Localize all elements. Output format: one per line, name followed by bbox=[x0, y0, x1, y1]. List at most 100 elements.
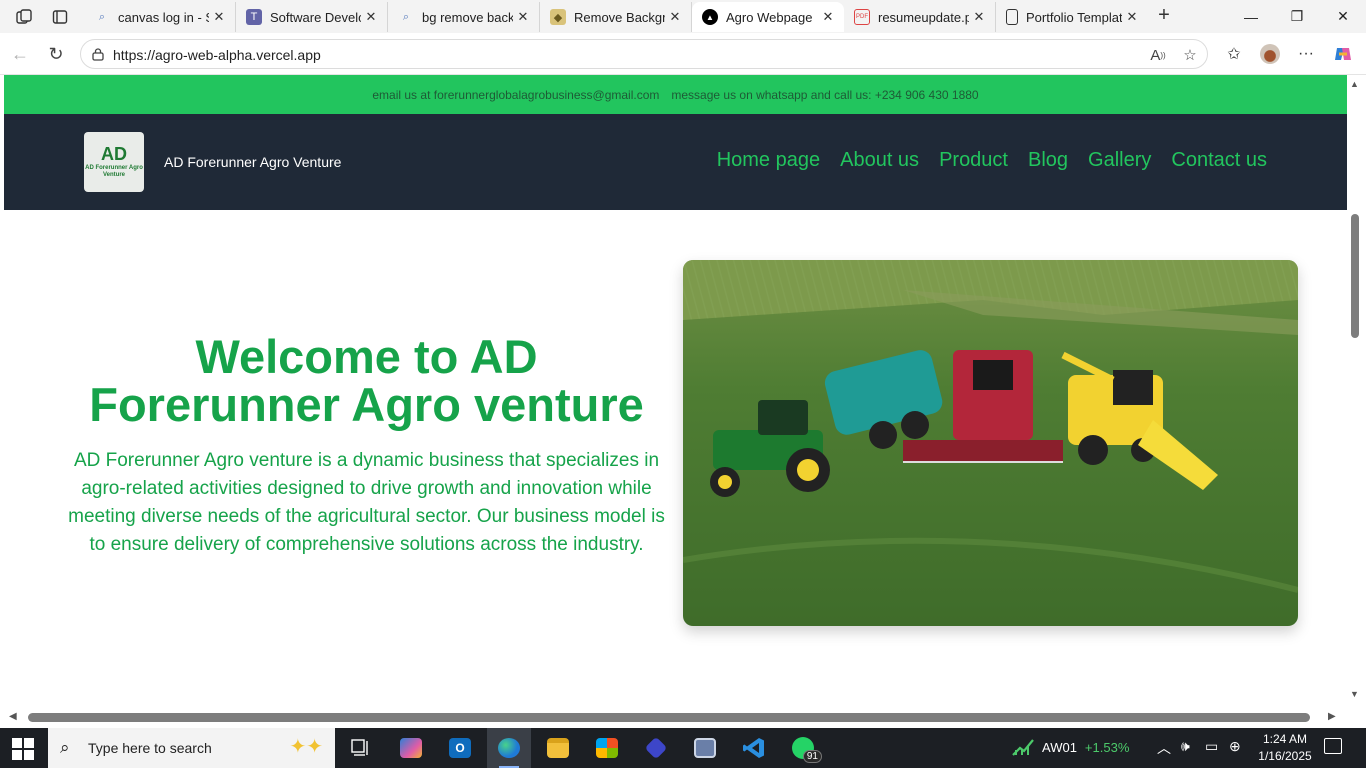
tab-label: Portfolio Templat bbox=[1026, 9, 1122, 25]
tab-label: resumeupdate.p bbox=[878, 9, 969, 25]
url-text: https://agro-web-alpha.vercel.app bbox=[113, 47, 321, 63]
close-icon[interactable]: ✕ bbox=[818, 9, 838, 25]
clock-time: 1:24 AM bbox=[1262, 732, 1308, 746]
minimize-button[interactable]: — bbox=[1228, 0, 1274, 33]
remote-desktop-icon[interactable] bbox=[683, 728, 727, 768]
language-globe-icon[interactable]: ⊕ bbox=[1229, 738, 1241, 755]
browser-tab[interactable]: Portfolio Templat ✕ bbox=[996, 2, 1148, 32]
search-icon: ⌕ bbox=[98, 10, 106, 23]
restore-button[interactable]: ❐ bbox=[1274, 0, 1320, 33]
tab-actions-icon[interactable] bbox=[49, 6, 71, 28]
horizontal-scroll-thumb[interactable] bbox=[28, 713, 1310, 722]
tab-label: canvas log in - Se bbox=[118, 9, 209, 25]
taskbar-search-box[interactable]: ⌕ Type here to search ✦✦ bbox=[48, 728, 335, 768]
scroll-down-icon[interactable]: ▼ bbox=[1350, 689, 1359, 699]
refresh-button[interactable]: ↻ bbox=[44, 42, 68, 66]
battery-icon[interactable]: ▭ bbox=[1205, 738, 1218, 755]
lock-icon[interactable] bbox=[91, 47, 105, 61]
nav-product[interactable]: Product bbox=[939, 149, 1008, 172]
whatsapp-badge: 91 bbox=[802, 750, 822, 763]
nav-about[interactable]: About us bbox=[840, 149, 919, 172]
nav-contact[interactable]: Contact us bbox=[1171, 149, 1267, 172]
tab-label: Software Develop bbox=[270, 9, 361, 25]
brand-name[interactable]: AD Forerunner Agro Venture bbox=[164, 154, 341, 170]
scroll-up-icon[interactable]: ▲ bbox=[1350, 79, 1359, 89]
nav-blog[interactable]: Blog bbox=[1028, 149, 1068, 172]
site-header: AD AD Forerunner Agro Venture AD Forerun… bbox=[4, 114, 1347, 210]
nav-gallery[interactable]: Gallery bbox=[1088, 149, 1151, 172]
search-placeholder: Type here to search bbox=[88, 740, 212, 756]
copilot-app-icon[interactable] bbox=[389, 728, 433, 768]
microsoft-store-icon[interactable] bbox=[585, 728, 629, 768]
close-icon[interactable]: ✕ bbox=[513, 9, 533, 25]
browser-tab[interactable]: ⌕ canvas log in - Se ✕ bbox=[84, 2, 236, 32]
stock-chart-icon bbox=[1012, 739, 1034, 756]
stock-symbol: AW01 bbox=[1042, 739, 1077, 755]
clipchamp-icon[interactable] bbox=[634, 728, 678, 768]
close-icon[interactable]: ✕ bbox=[969, 9, 989, 25]
horizontal-scrollbar[interactable]: ◀ ▶ bbox=[0, 709, 1347, 728]
stock-change: +1.53% bbox=[1084, 739, 1130, 755]
vertical-scroll-thumb[interactable] bbox=[1351, 214, 1359, 338]
volume-icon[interactable]: 🕪 bbox=[1181, 738, 1190, 755]
pdf-icon: PDF bbox=[854, 9, 870, 25]
hero-description: AD Forerunner Agro venture is a dynamic … bbox=[68, 450, 665, 555]
windows-start-icon[interactable] bbox=[12, 738, 34, 760]
favorites-icon[interactable]: ✩ bbox=[1222, 42, 1246, 66]
browser-tab-bar: ⌕ canvas log in - Se ✕ T Software Develo… bbox=[0, 0, 1366, 33]
task-view-icon[interactable] bbox=[339, 728, 383, 768]
tab-label: Agro Webpage bbox=[726, 9, 813, 25]
browser-tab[interactable]: PDF resumeupdate.p ✕ bbox=[844, 2, 996, 32]
close-icon[interactable]: ✕ bbox=[1122, 9, 1142, 25]
new-tab-button[interactable]: + bbox=[1152, 5, 1176, 27]
browser-tab-active[interactable]: ▲ Agro Webpage ✕ bbox=[692, 2, 844, 32]
hero-title-line-1: Welcome to AD bbox=[195, 330, 538, 383]
document-icon bbox=[1006, 9, 1018, 25]
system-clock[interactable]: 1:24 AM 1/16/2025 bbox=[1255, 731, 1315, 765]
nav-home[interactable]: Home page bbox=[717, 149, 820, 172]
browser-tab[interactable]: T Software Develop ✕ bbox=[236, 2, 388, 32]
back-button[interactable]: ← bbox=[8, 42, 32, 66]
profile-avatar[interactable] bbox=[1258, 42, 1282, 66]
copilot-icon[interactable] bbox=[1331, 42, 1355, 66]
scroll-right-icon[interactable]: ▶ bbox=[1328, 711, 1336, 722]
layers-icon: ◆ bbox=[550, 9, 566, 25]
contact-phone[interactable]: message us on whatsapp and call us: +234… bbox=[671, 88, 978, 102]
vertical-scrollbar[interactable]: ▲ ▼ bbox=[1347, 75, 1366, 709]
outlook-icon[interactable]: O bbox=[438, 728, 482, 768]
close-window-button[interactable]: ✕ bbox=[1320, 0, 1366, 33]
search-icon: ⌕ bbox=[402, 10, 410, 23]
close-icon[interactable]: ✕ bbox=[665, 9, 685, 25]
tab-label: bg remove backg bbox=[422, 9, 513, 25]
stock-widget[interactable]: AW01 +1.53% bbox=[1012, 738, 1129, 756]
edge-icon[interactable] bbox=[487, 728, 531, 768]
read-aloud-icon[interactable]: A)) bbox=[1147, 45, 1169, 65]
file-explorer-icon[interactable] bbox=[536, 728, 580, 768]
notifications-icon[interactable] bbox=[1324, 738, 1342, 754]
main-nav: Home page About us Product Blog Gallery … bbox=[717, 149, 1267, 172]
logo-text: AD Forerunner Agro Venture bbox=[85, 165, 143, 178]
browser-tab[interactable]: ◆ Remove Backgro ✕ bbox=[540, 2, 692, 32]
address-bar-row: ← ↻ https://agro-web-alpha.vercel.app A)… bbox=[0, 33, 1366, 75]
search-icon: ⌕ bbox=[60, 738, 70, 757]
site-logo[interactable]: AD AD Forerunner Agro Venture bbox=[84, 132, 144, 192]
vscode-icon[interactable] bbox=[732, 728, 776, 768]
scroll-left-icon[interactable]: ◀ bbox=[9, 711, 17, 722]
chevron-up-icon[interactable]: ︿ bbox=[1157, 738, 1171, 758]
hero-title: Welcome to AD Forerunner Agro venture bbox=[64, 333, 669, 429]
contact-strip: email us at forerunnerglobalagrobusiness… bbox=[4, 75, 1347, 114]
url-input[interactable]: https://agro-web-alpha.vercel.app A)) ☆ bbox=[80, 39, 1208, 69]
logo-mark: AD bbox=[101, 144, 127, 164]
workspaces-icon[interactable] bbox=[13, 6, 35, 28]
close-icon[interactable]: ✕ bbox=[209, 9, 229, 25]
more-menu-icon[interactable]: ··· bbox=[1294, 42, 1318, 66]
clock-date: 1/16/2025 bbox=[1258, 749, 1312, 763]
teams-icon: T bbox=[246, 9, 262, 25]
favorite-star-icon[interactable]: ☆ bbox=[1179, 45, 1201, 65]
page-viewport: email us at forerunnerglobalagrobusiness… bbox=[4, 75, 1347, 709]
browser-tab[interactable]: ⌕ bg remove backg ✕ bbox=[388, 2, 540, 32]
hero-title-line-2: Forerunner Agro venture bbox=[89, 378, 644, 431]
close-icon[interactable]: ✕ bbox=[361, 9, 381, 25]
contact-email[interactable]: email us at forerunnerglobalagrobusiness… bbox=[372, 88, 659, 102]
whatsapp-icon[interactable]: 91 bbox=[781, 728, 825, 768]
